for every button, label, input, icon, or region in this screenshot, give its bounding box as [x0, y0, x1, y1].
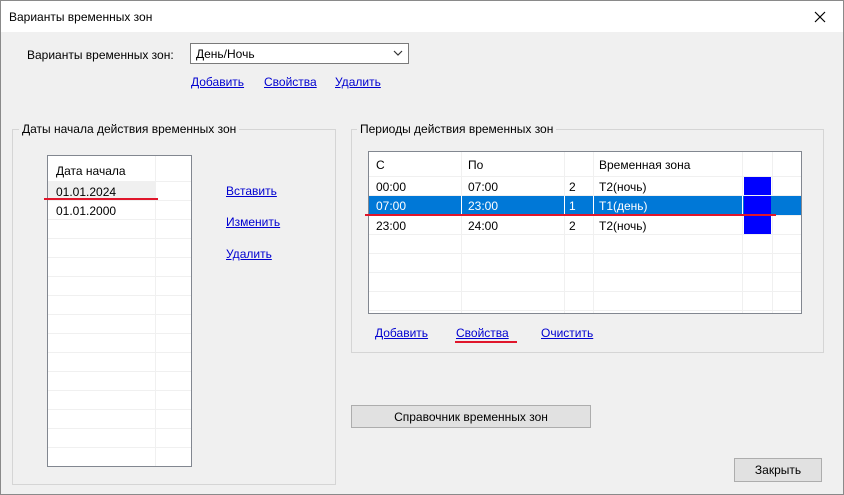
- row-divider: [48, 333, 191, 334]
- variants-selected-value: День/Ночь: [196, 47, 255, 61]
- annotation-underline: [455, 341, 517, 343]
- title-bar: Варианты временных зон: [1, 1, 843, 32]
- period-from-cell[interactable]: 23:00: [376, 219, 406, 233]
- row-divider: [48, 219, 191, 220]
- chevron-down-icon: [393, 50, 403, 56]
- row-divider: [48, 257, 191, 258]
- period-zone-cell[interactable]: T1(день): [599, 199, 648, 213]
- row-divider: [48, 409, 191, 410]
- variants-label: Варианты временных зон:: [27, 48, 174, 62]
- close-button[interactable]: Закрыть: [734, 458, 822, 482]
- row-divider: [369, 234, 801, 235]
- timezone-directory-button[interactable]: Справочник временных зон: [351, 405, 591, 428]
- period-zone-cell[interactable]: T2(ночь): [599, 180, 647, 194]
- row-divider: [369, 253, 801, 254]
- col-header-zone[interactable]: Временная зона: [599, 158, 690, 172]
- zone-color-swatch: [744, 177, 771, 195]
- dates-row[interactable]: 01.01.2024: [56, 185, 116, 199]
- row-divider: [48, 371, 191, 372]
- row-divider: [48, 238, 191, 239]
- row-divider: [48, 428, 191, 429]
- row-divider: [48, 314, 191, 315]
- period-to-cell[interactable]: 07:00: [468, 180, 498, 194]
- dates-edit-link[interactable]: Изменить: [226, 215, 280, 229]
- row-divider: [369, 310, 801, 311]
- selected-row-highlight: [369, 196, 801, 215]
- periods-clear-link[interactable]: Очистить: [541, 326, 593, 340]
- row-divider: [369, 291, 801, 292]
- row-divider: [369, 272, 801, 273]
- row-divider: [48, 200, 191, 201]
- period-num-cell[interactable]: 1: [569, 199, 576, 213]
- dates-column-header: Дата начала: [56, 164, 126, 178]
- period-to-cell[interactable]: 23:00: [468, 199, 498, 213]
- close-window-button[interactable]: [797, 1, 843, 32]
- annotation-underline: [365, 214, 776, 216]
- variants-delete-link[interactable]: Удалить: [335, 75, 381, 89]
- column-divider: [593, 196, 594, 215]
- row-divider: [48, 276, 191, 277]
- variants-add-link[interactable]: Добавить: [191, 75, 244, 89]
- close-icon: [814, 11, 826, 22]
- column-divider: [461, 196, 462, 215]
- row-divider: [48, 295, 191, 296]
- dates-row[interactable]: 01.01.2000: [56, 204, 116, 218]
- timezone-directory-button-label: Справочник временных зон: [394, 409, 548, 424]
- close-button-label: Закрыть: [754, 463, 802, 477]
- row-divider: [48, 447, 191, 448]
- column-divider: [742, 196, 743, 215]
- header-divider: [369, 176, 801, 177]
- column-divider: [564, 196, 565, 215]
- periods-properties-link[interactable]: Свойства: [456, 326, 509, 340]
- row-divider: [48, 390, 191, 391]
- variants-combobox[interactable]: День/Ночь: [190, 43, 409, 64]
- dates-list-column-divider: [155, 156, 156, 466]
- periods-group-title: Периоды действия временных зон: [357, 122, 557, 136]
- zone-color-swatch: [744, 216, 771, 234]
- col-header-to[interactable]: По: [468, 158, 483, 172]
- period-from-cell[interactable]: 07:00: [376, 199, 406, 213]
- zone-color-swatch: [744, 196, 771, 214]
- period-num-cell[interactable]: 2: [569, 219, 576, 233]
- variants-properties-link[interactable]: Свойства: [264, 75, 317, 89]
- period-zone-cell[interactable]: T2(ночь): [599, 219, 647, 233]
- window-title: Варианты временных зон: [9, 10, 153, 24]
- row-divider: [48, 352, 191, 353]
- periods-add-link[interactable]: Добавить: [375, 326, 428, 340]
- periods-table[interactable]: С По Временная зона 00:00 07:00 2 T2(ноч…: [368, 151, 802, 314]
- dates-insert-link[interactable]: Вставить: [226, 184, 277, 198]
- dates-group-title: Даты начала действия временных зон: [19, 122, 240, 136]
- dates-delete-link[interactable]: Удалить: [226, 247, 272, 261]
- period-num-cell[interactable]: 2: [569, 180, 576, 194]
- period-from-cell[interactable]: 00:00: [376, 180, 406, 194]
- period-to-cell[interactable]: 24:00: [468, 219, 498, 233]
- dates-list[interactable]: Дата начала 01.01.2024 01.01.2000: [47, 155, 192, 467]
- col-header-from[interactable]: С: [376, 158, 385, 172]
- annotation-underline: [44, 198, 158, 200]
